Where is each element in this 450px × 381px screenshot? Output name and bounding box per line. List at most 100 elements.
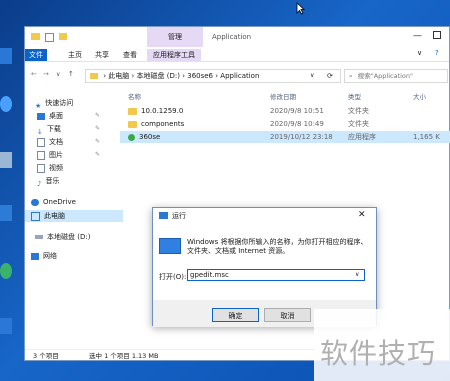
pin-icon: ✎	[95, 151, 101, 158]
folder-icon	[128, 120, 137, 128]
nav-downloads[interactable]: ↓ 下载 ✎	[37, 123, 100, 136]
folder-icon	[31, 33, 40, 40]
context-tab-header: 管理	[147, 27, 203, 47]
table-row[interactable]: components 2020/9/8 10:49 文件夹	[120, 118, 450, 130]
nav-music[interactable]: ♪ 音乐	[37, 175, 60, 188]
maximize-icon[interactable]	[433, 31, 441, 39]
desktop-icon-6[interactable]	[0, 318, 12, 334]
file-size: 1,165 K	[413, 133, 440, 141]
run-title-bar: 运行 ✕	[153, 208, 376, 224]
item-count: 3 个项目	[33, 352, 59, 360]
table-row-selected[interactable]: 360se 2019/10/12 23:18 应用程序 1,165 K	[120, 131, 450, 143]
file-date: 2020/9/8 10:49	[270, 120, 324, 128]
new-folder-icon[interactable]	[59, 33, 67, 40]
nav-videos[interactable]: 视频	[37, 162, 63, 174]
search-icon: ⌕	[349, 72, 353, 80]
up-icon[interactable]: ↑	[68, 70, 74, 78]
ribbon-tabs: 文件 主页 共享 查看 应用程序工具 ∨ ?	[25, 47, 449, 62]
column-size[interactable]: 大小	[413, 91, 426, 101]
desktop-icon-3[interactable]	[0, 152, 12, 168]
quick-access-icon[interactable]	[45, 33, 54, 42]
drive-icon	[35, 235, 43, 239]
table-row[interactable]: 10.0.1259.0 2020/9/8 10:51 文件夹	[120, 105, 450, 117]
tab-view[interactable]: 查看	[117, 49, 143, 61]
forward-icon[interactable]: →	[43, 70, 49, 78]
desktop-icon-1[interactable]	[0, 48, 12, 64]
run-description: Windows 将根据你所输入的名称，为你打开相应的程序、文件夹、文档或 Int…	[187, 238, 368, 255]
tab-app-tools[interactable]: 应用程序工具	[147, 49, 201, 61]
nav-desktop[interactable]: 桌面 ✎	[37, 110, 100, 122]
address-folder-icon	[90, 73, 98, 79]
breadcrumb-drive-d[interactable]: 本地磁盘 (D:)	[137, 72, 180, 80]
command-input[interactable]: gpedit.msc ∨	[187, 269, 365, 281]
address-dropdown-icon[interactable]: ∨	[310, 70, 314, 82]
desktop-icon-4[interactable]	[0, 205, 12, 221]
file-type: 文件夹	[348, 107, 369, 115]
pin-icon: ✎	[95, 138, 101, 145]
nav-pictures[interactable]: 图片 ✎	[37, 149, 100, 161]
help-icon[interactable]: ?	[435, 49, 439, 57]
nav-label: 快速访问	[45, 99, 74, 107]
nav-label: OneDrive	[43, 198, 76, 206]
desktop-icon-2[interactable]	[0, 96, 12, 112]
mouse-cursor-icon	[296, 2, 305, 15]
refresh-icon[interactable]: ⟳	[327, 70, 333, 82]
nav-onedrive[interactable]: OneDrive	[31, 196, 76, 208]
cancel-button[interactable]: 取消	[264, 308, 311, 322]
computer-icon	[31, 211, 40, 221]
address-bar[interactable]: › 此电脑 › 本地磁盘 (D:) › 360se6 › Application…	[85, 69, 341, 83]
run-app-icon	[159, 212, 168, 219]
app-360se-icon	[128, 133, 135, 141]
file-date: 2020/9/8 10:51	[270, 107, 324, 115]
file-type: 应用程序	[348, 133, 376, 141]
breadcrumb-360se6[interactable]: 360se6	[187, 72, 213, 80]
nav-quick-access[interactable]: ★ 快速访问	[35, 97, 74, 110]
video-icon	[37, 163, 45, 173]
nav-label: 下载	[46, 125, 61, 133]
run-big-icon	[159, 238, 181, 254]
column-date[interactable]: 修改日期	[270, 91, 296, 101]
nav-network[interactable]: 网络	[31, 250, 57, 262]
breadcrumb-this-pc[interactable]: 此电脑	[108, 72, 129, 80]
file-name: 360se	[139, 133, 161, 141]
recent-dropdown-icon[interactable]: ∨	[56, 71, 60, 78]
tab-file[interactable]: 文件	[25, 49, 47, 61]
tab-share[interactable]: 共享	[89, 49, 115, 61]
nav-drive-d[interactable]: 本地磁盘 (D:)	[35, 231, 90, 243]
ok-button[interactable]: 确定	[212, 308, 259, 322]
desktop-icon	[37, 112, 45, 120]
minimize-icon[interactable]: —	[413, 31, 422, 41]
download-icon: ↓	[37, 127, 43, 136]
open-label: 打开(O):	[159, 273, 187, 281]
file-name: components	[141, 120, 185, 128]
picture-icon	[37, 150, 45, 160]
desktop-icon-5[interactable]	[0, 263, 12, 279]
pin-icon: ✎	[95, 125, 101, 132]
back-icon[interactable]: ←	[31, 70, 37, 78]
nav-documents[interactable]: 文档 ✎	[37, 136, 100, 148]
column-type[interactable]: 类型	[348, 91, 361, 101]
command-value: gpedit.msc	[190, 271, 229, 279]
address-row: ← → ∨ ↑ › 此电脑 › 本地磁盘 (D:) › 360se6 › App…	[25, 65, 449, 87]
network-icon	[31, 252, 39, 260]
column-name[interactable]: 名称	[128, 91, 141, 101]
breadcrumb-application[interactable]: Application	[220, 72, 259, 80]
nav-label: 本地磁盘 (D:)	[47, 233, 91, 241]
run-title: 运行	[172, 212, 186, 220]
document-icon	[37, 137, 45, 147]
search-box[interactable]: ⌕ 搜索"Application"	[344, 69, 448, 83]
navigation-pane: ★ 快速访问 桌面 ✎ ↓ 下载 ✎ 文档 ✎ 图片 ✎ 视频 ♪ 音乐 OneDri…	[25, 89, 123, 349]
title-bar: 管理 Application —	[25, 27, 449, 47]
nav-label: 图片	[49, 151, 63, 159]
nav-label: 桌面	[49, 112, 63, 120]
nav-label: 音乐	[45, 177, 60, 185]
expand-ribbon-icon[interactable]: ∨	[417, 49, 422, 57]
file-name: 10.0.1259.0	[141, 107, 184, 115]
close-icon[interactable]: ✕	[358, 210, 366, 220]
tab-home[interactable]: 主页	[62, 49, 88, 61]
music-icon: ♪	[37, 179, 42, 188]
cloud-icon	[31, 198, 39, 206]
command-dropdown-icon[interactable]: ∨	[355, 270, 359, 280]
folder-icon	[128, 107, 137, 115]
nav-this-pc[interactable]: 此电脑	[25, 210, 123, 222]
